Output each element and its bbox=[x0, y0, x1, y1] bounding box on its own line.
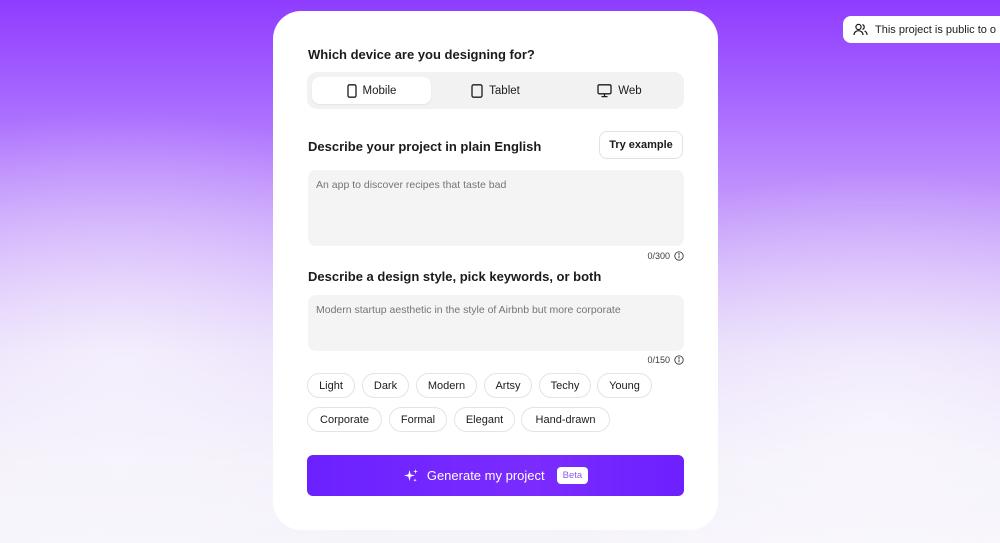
style-char-counter: 0/150 bbox=[647, 355, 684, 365]
visibility-notice: This project is public to o bbox=[843, 16, 1000, 43]
sparkle-icon bbox=[403, 468, 419, 484]
visibility-text: This project is public to o bbox=[875, 23, 997, 36]
users-icon bbox=[853, 23, 868, 36]
try-example-button[interactable]: Try example bbox=[599, 131, 683, 159]
device-toggle: Mobile Tablet Web bbox=[307, 72, 684, 109]
keyword-chip-light[interactable]: Light bbox=[307, 373, 355, 398]
device-option-mobile[interactable]: Mobile bbox=[312, 77, 431, 104]
keyword-chip-modern[interactable]: Modern bbox=[416, 373, 477, 398]
keyword-chip-artsy[interactable]: Artsy bbox=[484, 373, 532, 398]
generate-project-button[interactable]: Generate my project Beta bbox=[307, 455, 684, 496]
project-description-title: Describe your project in plain English bbox=[308, 139, 542, 154]
project-form-card: Which device are you designing for? Mobi… bbox=[273, 11, 718, 530]
keyword-chip-young[interactable]: Young bbox=[597, 373, 652, 398]
info-icon[interactable] bbox=[674, 251, 684, 261]
project-char-counter: 0/300 bbox=[647, 251, 684, 261]
style-counter-text: 0/150 bbox=[647, 355, 670, 365]
device-question: Which device are you designing for? bbox=[308, 47, 535, 62]
device-option-label: Mobile bbox=[362, 84, 397, 97]
style-description-input[interactable] bbox=[308, 295, 684, 351]
phone-icon bbox=[346, 83, 357, 98]
keyword-chip-formal[interactable]: Formal bbox=[389, 407, 447, 432]
keyword-chip-dark[interactable]: Dark bbox=[362, 373, 409, 398]
device-option-tablet[interactable]: Tablet bbox=[436, 77, 555, 104]
generate-label: Generate my project bbox=[426, 468, 545, 483]
device-option-label: Tablet bbox=[489, 84, 520, 97]
project-description-input[interactable] bbox=[308, 170, 684, 246]
style-description-title: Describe a design style, pick keywords, … bbox=[308, 269, 602, 284]
keyword-chip-corporate[interactable]: Corporate bbox=[307, 407, 382, 432]
keyword-chip-elegant[interactable]: Elegant bbox=[454, 407, 515, 432]
tablet-icon bbox=[471, 83, 483, 98]
keyword-chip-hand-drawn[interactable]: Hand-drawn bbox=[521, 407, 610, 432]
beta-badge: Beta bbox=[556, 467, 589, 484]
device-option-web[interactable]: Web bbox=[560, 77, 679, 104]
keyword-chip-techy[interactable]: Techy bbox=[539, 373, 591, 398]
project-counter-text: 0/300 bbox=[647, 251, 670, 261]
device-option-label: Web bbox=[618, 84, 642, 97]
info-icon[interactable] bbox=[674, 355, 684, 365]
monitor-icon bbox=[597, 83, 612, 98]
